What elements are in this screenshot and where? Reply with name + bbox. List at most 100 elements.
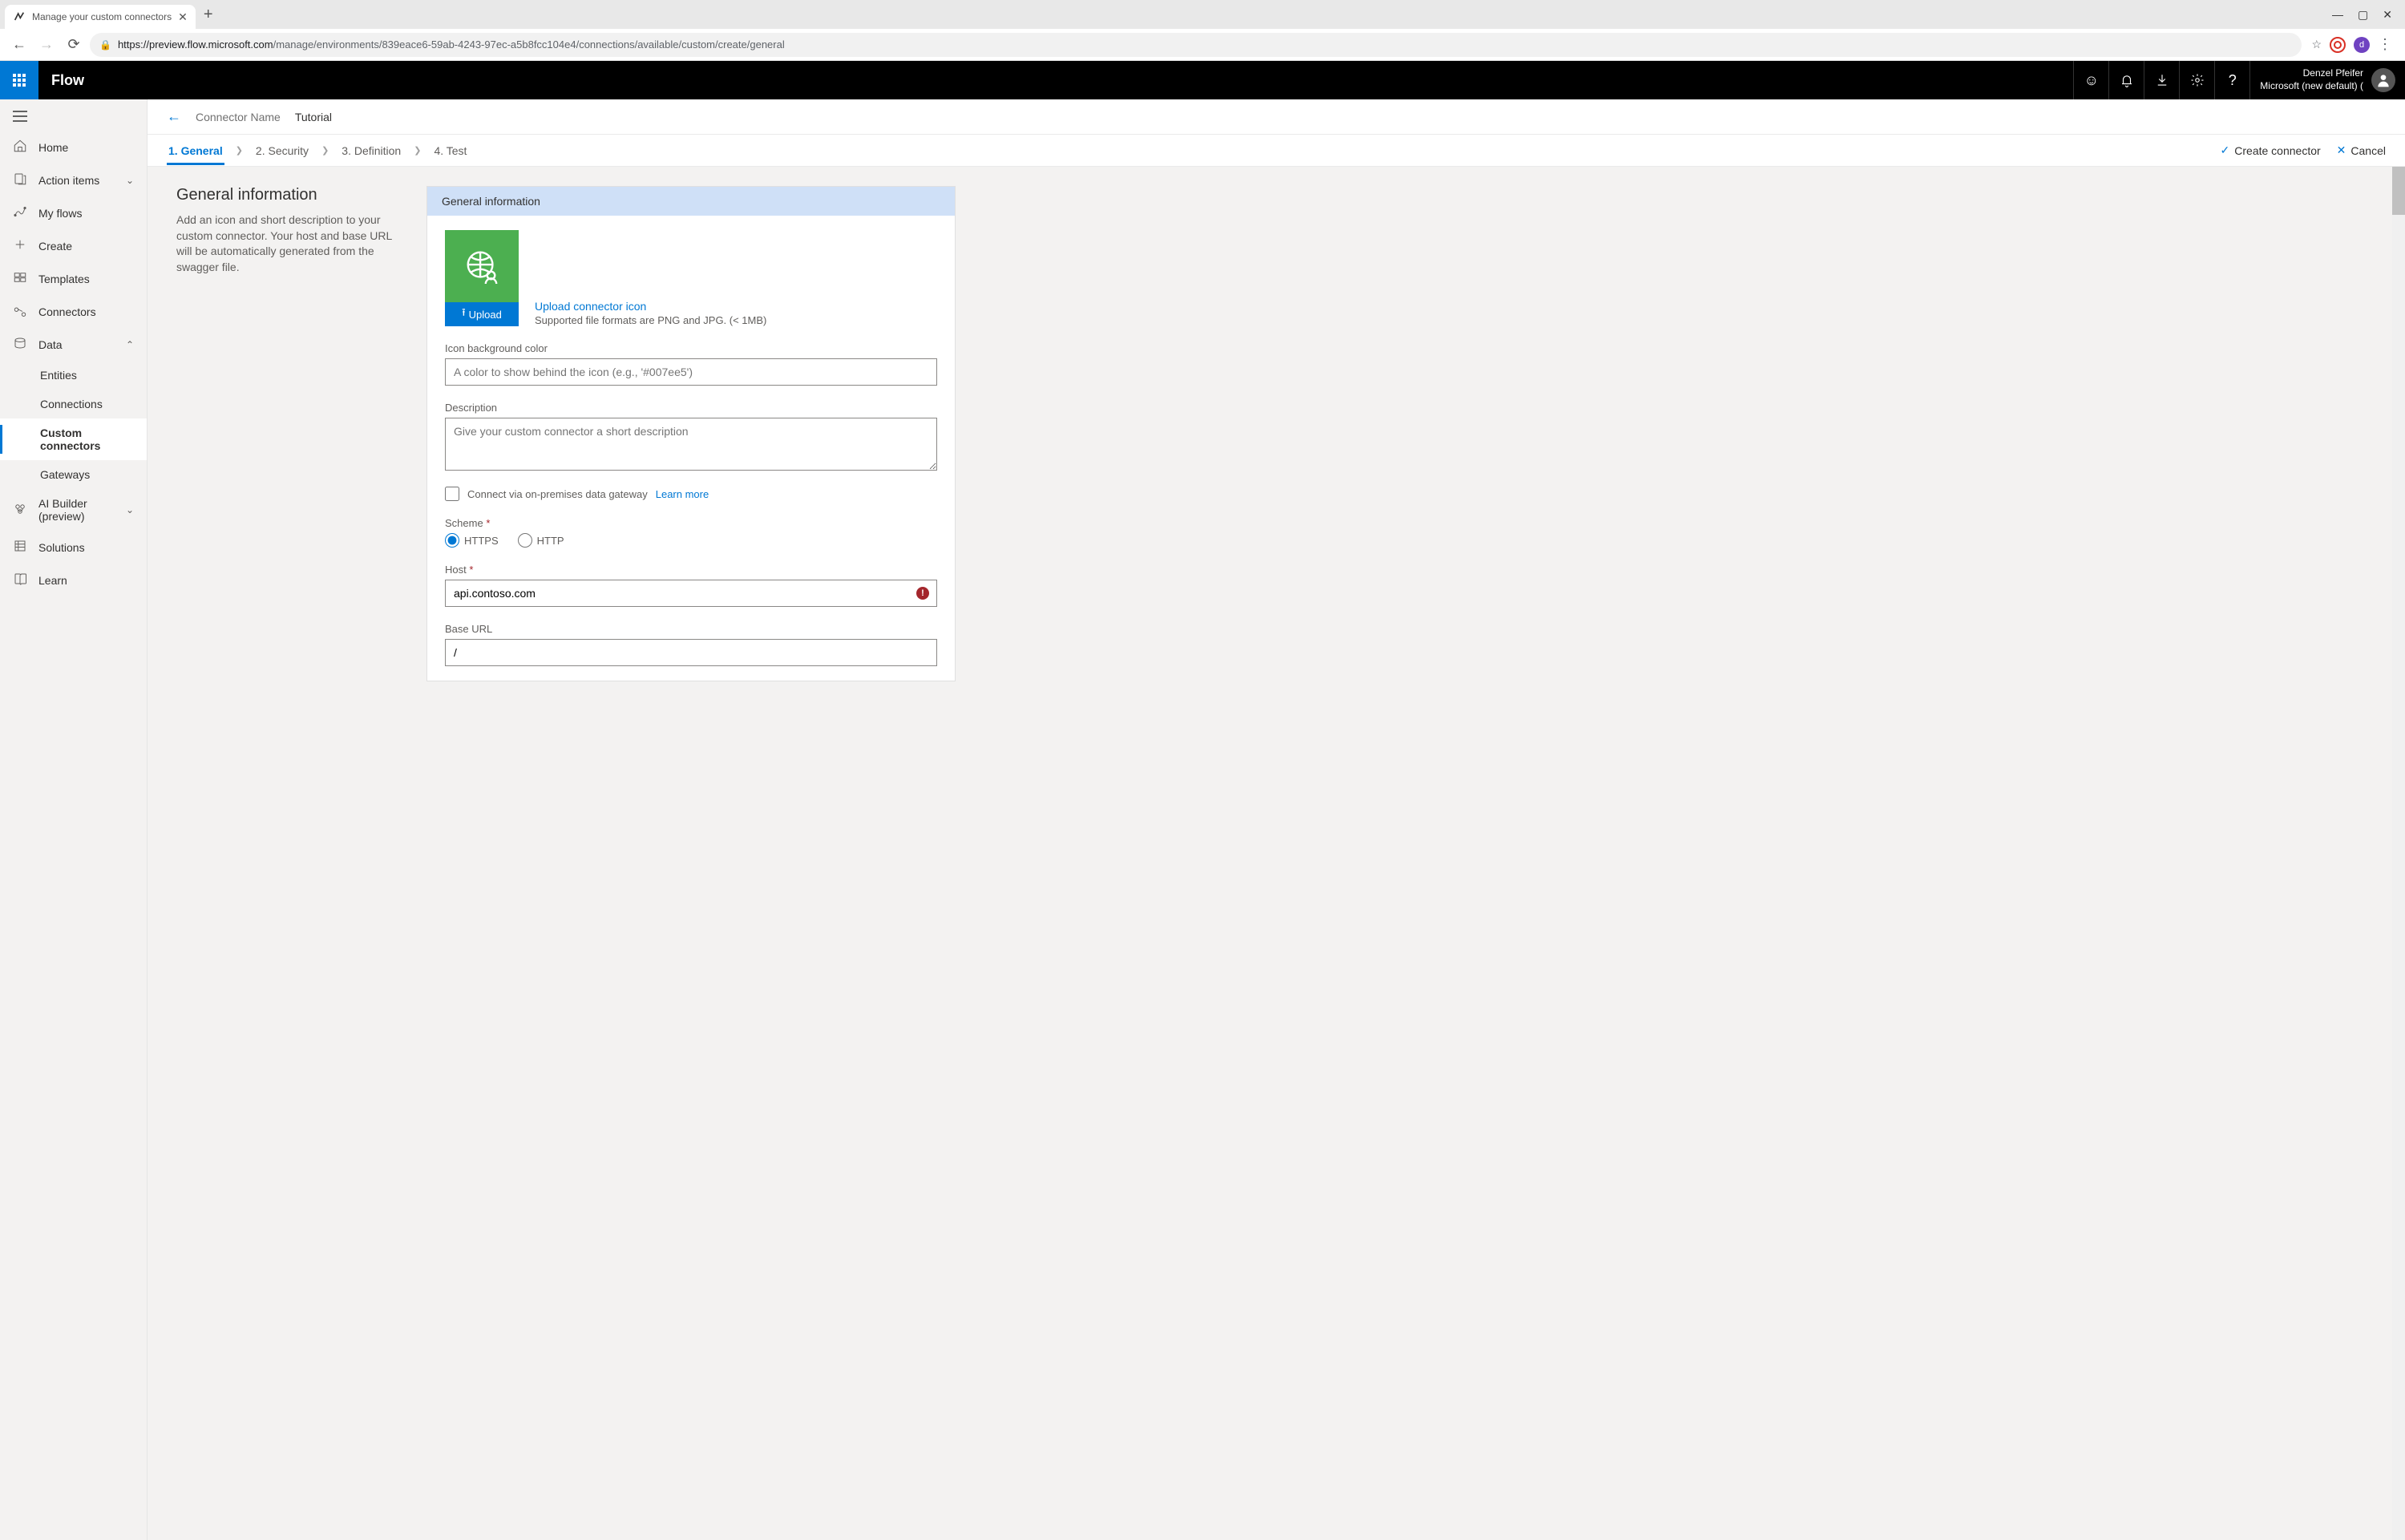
create-connector-button[interactable]: ✓ Create connector [2221,143,2321,157]
crumb-value: Tutorial [295,111,332,123]
app-name[interactable]: Flow [38,72,97,89]
create-connector-label: Create connector [2234,144,2320,157]
help-button[interactable]: ? [2214,61,2249,99]
tab-title: Manage your custom connectors [32,11,172,22]
sidebar-item-custom-connectors[interactable]: Custom connectors [0,418,147,460]
browser-tab[interactable]: Manage your custom connectors ✕ [5,5,196,29]
app-launcher-button[interactable] [0,61,38,99]
wizard-step-1[interactable]: 1. General [167,136,224,165]
left-info-pane: General information Add an icon and shor… [176,186,401,275]
connector-icon-preview: ⭱ Upload [445,230,519,326]
minimize-icon[interactable]: — [2332,8,2343,22]
bell-icon [2120,73,2134,87]
globe-user-icon [463,248,500,285]
wizard-steps: 1. General❯2. Security❯3. Definition❯4. … [167,136,468,165]
sidebar-item-connectors[interactable]: Connectors [0,295,147,328]
settings-button[interactable] [2179,61,2214,99]
browser-profile-avatar[interactable]: d [2354,37,2370,53]
host-input[interactable] [445,580,937,607]
user-name: Denzel Pfeifer [2260,67,2363,80]
close-window-icon[interactable]: ✕ [2383,8,2392,22]
cancel-button[interactable]: ✕ Cancel [2337,143,2386,157]
nav-label: Learn [38,574,67,587]
scrollbar[interactable] [2392,167,2405,1540]
upload-icon-button[interactable]: ⭱ Upload [445,302,519,326]
forward-button[interactable]: → [35,34,58,56]
download-button[interactable] [2144,61,2179,99]
baseurl-label: Base URL [445,623,937,635]
scheme-http-option[interactable]: HTTP [518,533,564,548]
baseurl-input[interactable] [445,639,937,666]
sidebar-item-ai-builder-preview-[interactable]: AI Builder (preview)⌄ [0,489,147,531]
nav-icon [13,502,27,519]
nav-icon [13,270,27,287]
chevron-right-icon: ❯ [414,145,421,156]
tab-favicon-icon [13,10,26,23]
content-scroll[interactable]: General information Add an icon and shor… [148,167,2405,1540]
browser-toolbar: ← → ⟳ 🔒 https://preview.flow.microsoft.c… [0,29,2405,61]
nav-label: Connections [40,398,103,410]
tab-close-icon[interactable]: ✕ [178,10,188,24]
sidebar-item-my-flows[interactable]: My flows [0,196,147,229]
sidebar-item-learn[interactable]: Learn [0,564,147,596]
user-account-button[interactable]: Denzel Pfeifer Microsoft (new default) ( [2249,61,2405,99]
wizard-bar: 1. General❯2. Security❯3. Definition❯4. … [148,135,2405,167]
nav-icon [13,172,27,188]
lock-icon: 🔒 [99,39,111,51]
sidebar-item-data[interactable]: Data⌃ [0,328,147,361]
scheme-https-radio[interactable] [445,533,459,548]
user-environment: Microsoft (new default) ( [2260,80,2363,93]
collapse-nav-button[interactable] [0,104,147,131]
notifications-button[interactable] [2108,61,2144,99]
sidebar-item-connections[interactable]: Connections [0,390,147,418]
bg-color-label: Icon background color [445,342,937,354]
scheme-label: Scheme * [445,517,937,529]
wizard-step-4[interactable]: 4. Test [432,136,468,165]
sidebar-item-gateways[interactable]: Gateways [0,460,147,489]
bg-color-input[interactable] [445,358,937,386]
sidebar-item-action-items[interactable]: Action items⌄ [0,164,147,196]
address-bar[interactable]: 🔒 https://preview.flow.microsoft.com/man… [90,33,2302,57]
chevron-right-icon: ❯ [321,145,329,156]
bookmark-star-icon[interactable]: ☆ [2311,38,2322,51]
wizard-step-2[interactable]: 2. Security [254,136,310,165]
new-tab-button[interactable]: + [196,6,221,24]
nav-icon [13,539,27,556]
description-input[interactable] [445,418,937,471]
sidebar-item-create[interactable]: Create [0,229,147,262]
window-controls: — ▢ ✕ [2332,8,2400,22]
url-text: https://preview.flow.microsoft.com/manag… [118,38,785,51]
url-protocol: https:// [118,38,149,51]
scheme-https-option[interactable]: HTTPS [445,533,499,548]
sidebar-item-solutions[interactable]: Solutions [0,531,147,564]
page-title: General information [176,186,401,204]
browser-menu-icon[interactable]: ⋮ [2378,36,2392,53]
sidebar-item-home[interactable]: Home [0,131,147,164]
sidebar-item-templates[interactable]: Templates [0,262,147,295]
gear-icon [2190,73,2205,87]
extension-icon[interactable] [2330,37,2346,53]
nav-icon [13,139,27,156]
gateway-checkbox[interactable] [445,487,459,501]
upload-arrow-icon: ⭱ [462,305,466,323]
learn-more-link[interactable]: Learn more [656,488,709,500]
scheme-http-radio[interactable] [518,533,532,548]
checkmark-icon: ✓ [2221,143,2230,157]
browser-tab-strip: Manage your custom connectors ✕ + — ▢ ✕ [0,0,2405,29]
nav-label: Data [38,338,63,351]
page-description: Add an icon and short description to you… [176,212,401,275]
general-info-card: General information [426,186,956,681]
reload-button[interactable]: ⟳ [63,34,85,56]
back-button[interactable]: ← [8,34,30,56]
nav-label: Create [38,240,72,253]
back-arrow-button[interactable]: ← [167,108,181,125]
maximize-icon[interactable]: ▢ [2358,8,2368,22]
sidebar-item-entities[interactable]: Entities [0,361,147,390]
wizard-step-3[interactable]: 3. Definition [340,136,402,165]
feedback-button[interactable]: ☺ [2073,61,2108,99]
host-label: Host * [445,564,937,576]
upload-button-label: Upload [469,309,502,321]
upload-icon-link[interactable]: Upload connector icon [535,300,766,313]
nav-icon [13,572,27,588]
nav-label: Solutions [38,541,85,554]
